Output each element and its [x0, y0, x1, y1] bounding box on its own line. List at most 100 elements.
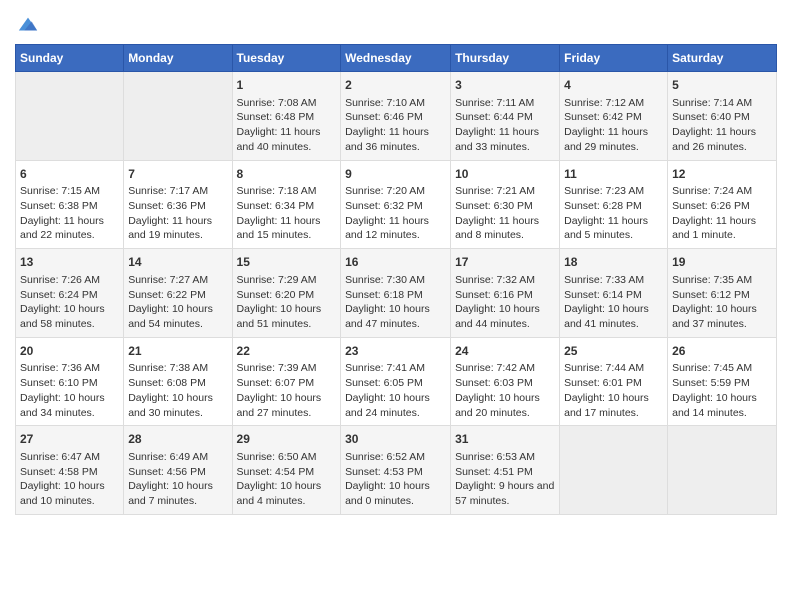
header-day-friday: Friday — [560, 45, 668, 72]
day-number: 6 — [20, 166, 119, 183]
header-day-saturday: Saturday — [668, 45, 777, 72]
calendar-cell: 16 Sunrise: 7:30 AMSunset: 6:18 PMDayligh… — [341, 249, 451, 338]
day-info: Sunrise: 7:35 AMSunset: 6:12 PMDaylight:… — [672, 273, 772, 332]
day-info: Sunrise: 6:49 AMSunset: 4:56 PMDaylight:… — [128, 450, 227, 509]
calendar-cell: 31 Sunrise: 6:53 AMSunset: 4:51 PMDayligh… — [451, 426, 560, 515]
day-info: Sunrise: 7:12 AMSunset: 6:42 PMDaylight:… — [564, 96, 663, 155]
day-number: 23 — [345, 343, 446, 360]
calendar-cell: 20Sunrise: 7:36 AMSunset: 6:10 PMDayligh… — [16, 337, 124, 426]
header-day-sunday: Sunday — [16, 45, 124, 72]
calendar-cell: 30Sunrise: 6:52 AMSunset: 4:53 PMDayligh… — [341, 426, 451, 515]
day-info: Sunrise: 6:53 AMSunset: 4:51 PMDaylight:… — [455, 450, 555, 509]
calendar-cell: 22Sunrise: 7:39 AMSunset: 6:07 PMDayligh… — [232, 337, 341, 426]
calendar-table: SundayMondayTuesdayWednesdayThursdayFrid… — [15, 44, 777, 515]
day-info: Sunrise: 7:36 AMSunset: 6:10 PMDaylight:… — [20, 361, 119, 420]
day-info: Sunrise: 7:27 AMSunset: 6:22 PMDaylight:… — [128, 273, 227, 332]
day-number: 7 — [128, 166, 227, 183]
day-number: 12 — [672, 166, 772, 183]
day-info: Sunrise: 7:30 AMSunset: 6:18 PMDaylight:… — [345, 273, 446, 332]
day-info: Sunrise: 7:39 AMSunset: 6:07 PMDaylight:… — [237, 361, 337, 420]
day-info: Sunrise: 7:20 AMSunset: 6:32 PMDaylight:… — [345, 184, 446, 243]
week-row-1: 1 Sunrise: 7:08 AMSunset: 6:48 PMDaylight… — [16, 72, 777, 161]
calendar-cell: 3 Sunrise: 7:11 AMSunset: 6:44 PMDaylight… — [451, 72, 560, 161]
calendar-cell — [668, 426, 777, 515]
day-number: 21 — [128, 343, 227, 360]
day-info: Sunrise: 7:10 AMSunset: 6:46 PMDaylight:… — [345, 96, 446, 155]
day-info: Sunrise: 7:08 AMSunset: 6:48 PMDaylight:… — [237, 96, 337, 155]
day-number: 3 — [455, 77, 555, 94]
calendar-cell: 8Sunrise: 7:18 AMSunset: 6:34 PMDaylight… — [232, 160, 341, 249]
calendar-cell: 2 Sunrise: 7:10 AMSunset: 6:46 PMDaylight… — [341, 72, 451, 161]
logo-icon — [17, 14, 39, 36]
day-info: Sunrise: 6:47 AMSunset: 4:58 PMDaylight:… — [20, 450, 119, 509]
calendar-cell: 29 Sunrise: 6:50 AMSunset: 4:54 PMDayligh… — [232, 426, 341, 515]
day-info: Sunrise: 7:42 AMSunset: 6:03 PMDaylight:… — [455, 361, 555, 420]
calendar-cell: 9Sunrise: 7:20 AMSunset: 6:32 PMDaylight… — [341, 160, 451, 249]
day-number: 25 — [564, 343, 663, 360]
day-info: Sunrise: 7:26 AMSunset: 6:24 PMDaylight:… — [20, 273, 119, 332]
week-row-4: 20Sunrise: 7:36 AMSunset: 6:10 PMDayligh… — [16, 337, 777, 426]
day-number: 19 — [672, 254, 772, 271]
day-number: 18 — [564, 254, 663, 271]
day-number: 24 — [455, 343, 555, 360]
day-number: 29 — [237, 431, 337, 448]
day-number: 1 — [237, 77, 337, 94]
header-day-thursday: Thursday — [451, 45, 560, 72]
calendar-cell: 4 Sunrise: 7:12 AMSunset: 6:42 PMDaylight… — [560, 72, 668, 161]
calendar-cell: 13 Sunrise: 7:26 AMSunset: 6:24 PMDayligh… — [16, 249, 124, 338]
week-row-5: 27 Sunrise: 6:47 AMSunset: 4:58 PMDayligh… — [16, 426, 777, 515]
day-number: 13 — [20, 254, 119, 271]
calendar-cell: 26Sunrise: 7:45 AMSunset: 5:59 PMDayligh… — [668, 337, 777, 426]
calendar-cell: 5Sunrise: 7:14 AMSunset: 6:40 PMDaylight… — [668, 72, 777, 161]
day-number: 2 — [345, 77, 446, 94]
calendar-cell — [560, 426, 668, 515]
day-number: 4 — [564, 77, 663, 94]
day-number: 28 — [128, 431, 227, 448]
header-day-wednesday: Wednesday — [341, 45, 451, 72]
day-number: 22 — [237, 343, 337, 360]
day-number: 11 — [564, 166, 663, 183]
calendar-cell: 1 Sunrise: 7:08 AMSunset: 6:48 PMDaylight… — [232, 72, 341, 161]
day-info: Sunrise: 6:50 AMSunset: 4:54 PMDaylight:… — [237, 450, 337, 509]
calendar-cell: 7Sunrise: 7:17 AMSunset: 6:36 PMDaylight… — [124, 160, 232, 249]
day-info: Sunrise: 7:33 AMSunset: 6:14 PMDaylight:… — [564, 273, 663, 332]
calendar-cell: 21Sunrise: 7:38 AMSunset: 6:08 PMDayligh… — [124, 337, 232, 426]
day-number: 9 — [345, 166, 446, 183]
header-day-monday: Monday — [124, 45, 232, 72]
day-info: Sunrise: 7:21 AMSunset: 6:30 PMDaylight:… — [455, 184, 555, 243]
calendar-cell — [16, 72, 124, 161]
calendar-cell: 10Sunrise: 7:21 AMSunset: 6:30 PMDayligh… — [451, 160, 560, 249]
day-info: Sunrise: 7:24 AMSunset: 6:26 PMDaylight:… — [672, 184, 772, 243]
day-number: 16 — [345, 254, 446, 271]
calendar-cell — [124, 72, 232, 161]
calendar-cell: 14 Sunrise: 7:27 AMSunset: 6:22 PMDayligh… — [124, 249, 232, 338]
day-number: 30 — [345, 431, 446, 448]
week-row-3: 13 Sunrise: 7:26 AMSunset: 6:24 PMDayligh… — [16, 249, 777, 338]
day-info: Sunrise: 7:18 AMSunset: 6:34 PMDaylight:… — [237, 184, 337, 243]
calendar-cell: 27 Sunrise: 6:47 AMSunset: 4:58 PMDayligh… — [16, 426, 124, 515]
calendar-cell: 18 Sunrise: 7:33 AMSunset: 6:14 PMDayligh… — [560, 249, 668, 338]
day-number: 8 — [237, 166, 337, 183]
calendar-cell: 19 Sunrise: 7:35 AMSunset: 6:12 PMDayligh… — [668, 249, 777, 338]
calendar-cell: 6Sunrise: 7:15 AMSunset: 6:38 PMDaylight… — [16, 160, 124, 249]
day-number: 27 — [20, 431, 119, 448]
day-number: 15 — [237, 254, 337, 271]
day-number: 5 — [672, 77, 772, 94]
day-info: Sunrise: 7:38 AMSunset: 6:08 PMDaylight:… — [128, 361, 227, 420]
day-info: Sunrise: 7:23 AMSunset: 6:28 PMDaylight:… — [564, 184, 663, 243]
day-number: 14 — [128, 254, 227, 271]
day-number: 26 — [672, 343, 772, 360]
week-row-2: 6Sunrise: 7:15 AMSunset: 6:38 PMDaylight… — [16, 160, 777, 249]
day-info: Sunrise: 7:45 AMSunset: 5:59 PMDaylight:… — [672, 361, 772, 420]
logo — [15, 18, 39, 36]
calendar-cell: 11Sunrise: 7:23 AMSunset: 6:28 PMDayligh… — [560, 160, 668, 249]
header-row: SundayMondayTuesdayWednesdayThursdayFrid… — [16, 45, 777, 72]
calendar-cell: 15Sunrise: 7:29 AMSunset: 6:20 PMDayligh… — [232, 249, 341, 338]
header — [15, 10, 777, 36]
calendar-cell: 23Sunrise: 7:41 AMSunset: 6:05 PMDayligh… — [341, 337, 451, 426]
calendar-cell: 17Sunrise: 7:32 AMSunset: 6:16 PMDayligh… — [451, 249, 560, 338]
day-info: Sunrise: 7:15 AMSunset: 6:38 PMDaylight:… — [20, 184, 119, 243]
calendar-cell: 25Sunrise: 7:44 AMSunset: 6:01 PMDayligh… — [560, 337, 668, 426]
day-number: 31 — [455, 431, 555, 448]
day-info: Sunrise: 7:11 AMSunset: 6:44 PMDaylight:… — [455, 96, 555, 155]
